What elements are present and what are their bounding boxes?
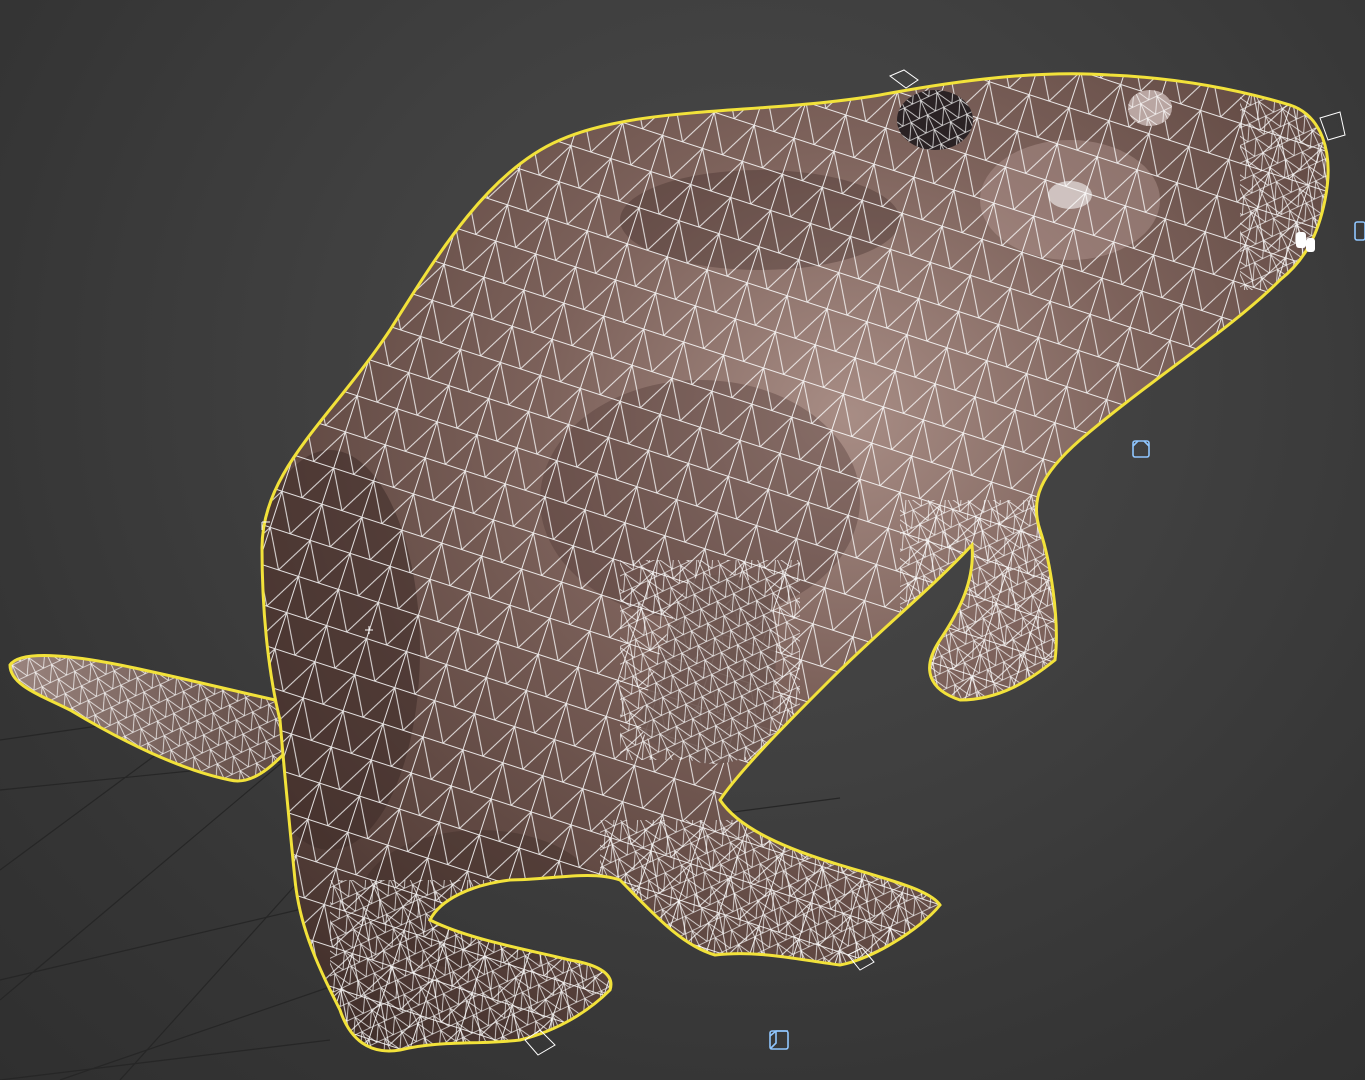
3d-viewport[interactable] [0,0,1365,1080]
beaver-eye [897,90,973,150]
helper-box-icon[interactable] [769,1030,789,1050]
beaver-tail[interactable] [0,640,300,800]
viewport-canvas[interactable] [0,0,1365,1080]
beaver-model[interactable] [200,60,1365,1060]
model-shading [262,73,1329,1051]
specular-highlight [1048,181,1092,209]
helper-box-icon[interactable] [1354,221,1365,241]
helper-box-icon[interactable] [1132,440,1150,458]
beaver-nose [1128,90,1172,126]
